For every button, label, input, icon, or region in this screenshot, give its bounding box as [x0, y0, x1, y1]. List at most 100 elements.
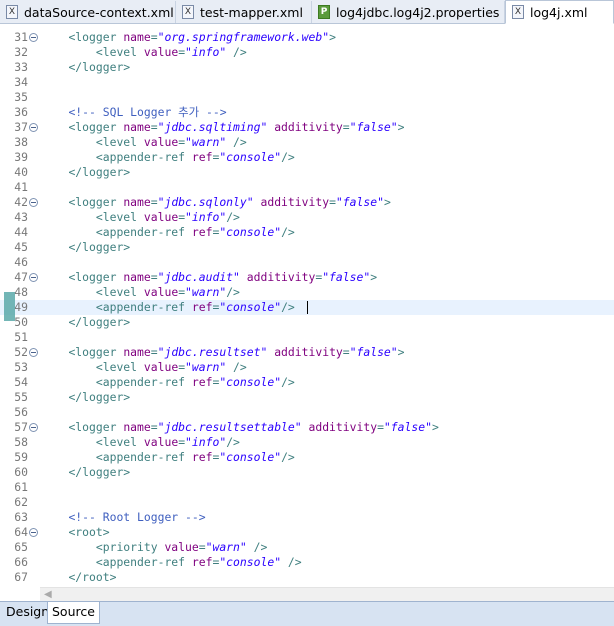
fold-collapse-icon[interactable]	[29, 123, 38, 132]
code-token: <level	[95, 360, 144, 374]
code-line[interactable]: 61	[0, 480, 614, 495]
tab-design[interactable]: Design	[2, 602, 53, 624]
code-token: "false"	[349, 120, 398, 134]
code-line[interactable]: 44 <appender-ref ref="console"/>	[0, 225, 614, 240]
fold-collapse-icon[interactable]	[29, 198, 38, 207]
code-line[interactable]: 36 <!-- SQL Logger 추가 -->	[0, 105, 614, 120]
source-editor[interactable]: 31 <logger name="org.springframework.web…	[0, 25, 614, 587]
line-gutter: 31	[0, 30, 40, 45]
code-line[interactable]: 49 <appender-ref ref="console"/>	[0, 300, 614, 315]
code-text: <level value="info"/>	[41, 435, 240, 450]
line-number: 40	[14, 165, 28, 179]
line-gutter: 56	[0, 405, 40, 420]
code-token: <level	[95, 285, 144, 299]
line-number: 61	[14, 480, 28, 494]
line-gutter: 34	[0, 75, 40, 90]
code-line[interactable]: 47 <logger name="jdbc.audit" additivity=…	[0, 270, 614, 285]
code-line[interactable]: 42 <logger name="jdbc.sqlonly" additivit…	[0, 195, 614, 210]
code-token: <logger	[68, 195, 124, 209]
code-line[interactable]: 65 <priority value="warn" />	[0, 540, 614, 555]
code-line[interactable]: 59 <appender-ref ref="console"/>	[0, 450, 614, 465]
code-line[interactable]: 67 </root>	[0, 570, 614, 585]
code-line[interactable]: 57 <logger name="jdbc.resultsettable" ad…	[0, 420, 614, 435]
code-token: "jdbc.sqltiming"	[157, 120, 268, 134]
code-token: "console"	[219, 555, 282, 569]
tab-source[interactable]: Source	[47, 602, 100, 624]
code-line[interactable]: 37 <logger name="jdbc.sqltiming" additiv…	[0, 120, 614, 135]
code-token: "info"	[185, 45, 227, 59]
fold-collapse-icon[interactable]	[29, 528, 38, 537]
code-token: =	[150, 30, 158, 44]
code-line[interactable]: 53 <level value="warn" />	[0, 360, 614, 375]
code-line[interactable]: 38 <level value="warn" />	[0, 135, 614, 150]
code-line[interactable]: 31 <logger name="org.springframework.web…	[0, 30, 614, 45]
code-line[interactable]: 63 <!-- Root Logger -->	[0, 510, 614, 525]
code-line[interactable]: 43 <level value="info"/>	[0, 210, 614, 225]
code-text: <level value="info"/>	[41, 210, 240, 225]
scroll-left-icon[interactable]: ◀	[44, 588, 52, 601]
code-token: "jdbc.resultsettable"	[157, 420, 302, 434]
line-number: 55	[14, 390, 28, 404]
code-line[interactable]: 56	[0, 405, 614, 420]
line-number: 47	[14, 270, 28, 284]
tab-log4j-xml[interactable]: X log4j.xml	[505, 0, 614, 24]
code-token: />	[281, 375, 295, 389]
code-text: <level value="warn"/>	[41, 285, 240, 300]
code-text: <appender-ref ref="console"/>	[41, 375, 295, 390]
code-line[interactable]: 41	[0, 180, 614, 195]
code-token: >	[397, 120, 405, 134]
code-line[interactable]: 55 </logger>	[0, 390, 614, 405]
code-line[interactable]: 32 <level value="info" />	[0, 45, 614, 60]
code-line[interactable]: 45 </logger>	[0, 240, 614, 255]
code-line[interactable]: 58 <level value="info"/>	[0, 435, 614, 450]
line-number: 39	[14, 150, 28, 164]
horizontal-scrollbar[interactable]: ◀	[40, 587, 614, 601]
code-line[interactable]: 64 <root>	[0, 525, 614, 540]
code-token: />	[281, 150, 295, 164]
line-gutter: 32	[0, 45, 40, 60]
fold-collapse-icon[interactable]	[29, 348, 38, 357]
fold-collapse-icon[interactable]	[29, 423, 38, 432]
code-line[interactable]: 35	[0, 90, 614, 105]
line-gutter: 45	[0, 240, 40, 255]
code-token: <logger	[68, 345, 124, 359]
line-number: 42	[14, 195, 28, 209]
fold-collapse-icon[interactable]	[29, 273, 38, 282]
code-line[interactable]: 60 </logger>	[0, 465, 614, 480]
code-line[interactable]: 40 </logger>	[0, 165, 614, 180]
line-gutter: 59	[0, 450, 40, 465]
tab-datasource-context[interactable]: X dataSource-context.xml	[0, 1, 176, 23]
code-token: >	[370, 270, 378, 284]
code-line[interactable]: 54 <appender-ref ref="console"/>	[0, 375, 614, 390]
code-text: <logger name="jdbc.audit" additivity="fa…	[41, 270, 377, 285]
line-number: 51	[14, 330, 28, 344]
tab-test-mapper[interactable]: X test-mapper.xml	[176, 1, 312, 23]
code-token: <appender-ref	[95, 375, 192, 389]
code-line[interactable]: 34	[0, 75, 614, 90]
line-number: 44	[14, 225, 28, 239]
code-token: <logger	[68, 270, 124, 284]
code-line[interactable]: 66 <appender-ref ref="console" />	[0, 555, 614, 570]
tab-log4jdbc-properties[interactable]: P log4jdbc.log4j2.properties	[312, 1, 505, 23]
code-line[interactable]: 51	[0, 330, 614, 345]
code-line[interactable]: 48 <level value="warn"/>	[0, 285, 614, 300]
line-number: 66	[14, 555, 28, 569]
line-number: 60	[14, 465, 28, 479]
fold-collapse-icon[interactable]	[29, 33, 38, 42]
xml-file-icon: X	[6, 5, 18, 19]
code-line[interactable]: 52 <logger name="jdbc.resultset" additiv…	[0, 345, 614, 360]
xml-file-icon: X	[512, 5, 524, 19]
code-line[interactable]: 50 </logger>	[0, 315, 614, 330]
code-line[interactable]: 62	[0, 495, 614, 510]
code-line[interactable]: 46	[0, 255, 614, 270]
code-line[interactable]: 39 <appender-ref ref="console"/>	[0, 150, 614, 165]
code-line[interactable]: 33 </logger>	[0, 60, 614, 75]
